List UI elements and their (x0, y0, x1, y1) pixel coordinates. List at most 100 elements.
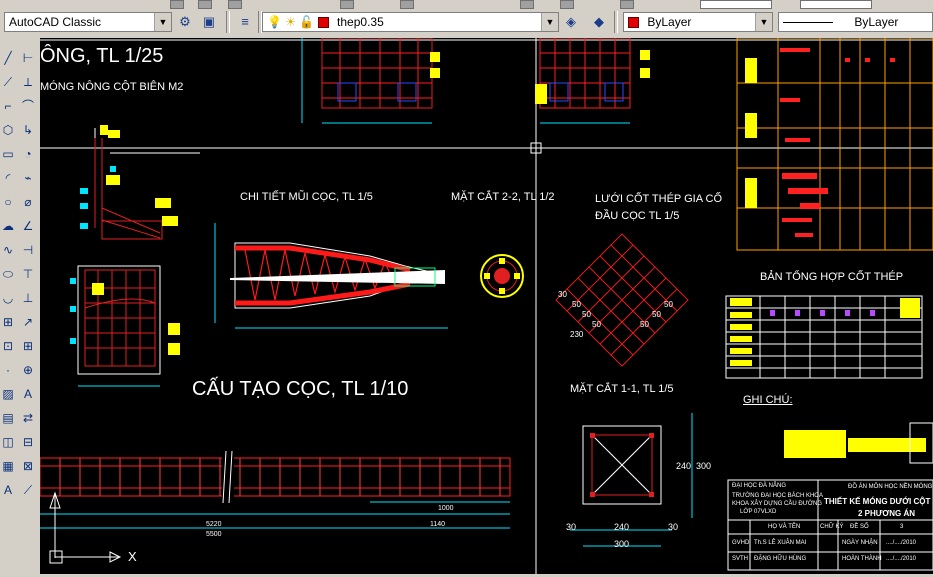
tool-icon[interactable] (198, 0, 212, 9)
dimension-text-edit-icon[interactable]: ⇄ (20, 410, 36, 426)
baseline-dimension-icon[interactable]: ⊤ (20, 266, 36, 282)
make-block-icon[interactable]: ⊡ (0, 338, 16, 354)
tb-student: ĐẶNG HỮU HÙNG (754, 556, 807, 562)
tb-svth: SVTH (732, 556, 749, 562)
tb-design-title: THIẾT KẾ MÓNG DƯỚI CỘT TH (824, 497, 933, 506)
tool-icon[interactable] (520, 0, 534, 9)
revcloud-icon[interactable]: ☁ (0, 218, 16, 234)
tb-teacher: Th.S LÊ XUÂN MAI (754, 540, 807, 546)
tool-icon[interactable] (340, 0, 354, 9)
tolerance-icon[interactable]: ⊞ (20, 338, 36, 354)
dimension-override-icon[interactable]: ⟋ (20, 482, 36, 498)
dimension-arc-icon[interactable]: ⌒ (20, 98, 36, 114)
dimension-ordinate-icon[interactable]: ↳ (20, 122, 36, 138)
toolbar-separator (226, 11, 230, 33)
make-current-layer-icon[interactable]: ◈ (562, 13, 580, 31)
tb-col-sign: CHỮ KÝ (820, 524, 844, 530)
toolbar: AutoCAD Classic ▼ ⚙ ▣ ≡ 💡 ☀ 🔓 thep0.35 ▼… (0, 0, 933, 39)
tool-icon[interactable] (620, 0, 634, 9)
workspace-settings-icon[interactable]: ⚙ (176, 13, 194, 31)
line-icon[interactable]: ╱ (0, 50, 16, 66)
dimension-style-icon[interactable]: ⊠ (20, 458, 36, 474)
layer-manager-icon[interactable]: ≡ (236, 13, 254, 31)
dimension-jogged-icon[interactable]: ⌁ (20, 170, 36, 186)
scale-combo[interactable] (700, 0, 772, 9)
chevron-down-icon[interactable]: ▼ (541, 13, 558, 31)
ellipse-arc-icon[interactable]: ◡ (0, 290, 16, 306)
spline-icon[interactable]: ∿ (0, 242, 16, 258)
chevron-down-icon[interactable]: ▼ (154, 13, 171, 31)
section-22-title: MẶT CẮT 2-2, TL 1/2 (451, 191, 555, 203)
rectangle-icon[interactable]: ▭ (0, 146, 16, 162)
dimension-update-icon[interactable]: ⊟ (20, 434, 36, 450)
tb-gvhd: GVHD (732, 540, 750, 546)
tb-col-no: ĐỀ SỐ (850, 524, 869, 530)
dim-240-vertical: 240 (676, 461, 692, 471)
dim-300-vertical: 300 (696, 461, 712, 471)
sun-icon: ☀ (285, 15, 297, 29)
point-icon[interactable]: · (0, 362, 16, 378)
color-swatch (628, 17, 639, 29)
rebar-summary-title: BẢN TỔNG HỢP CỐT THÉP (760, 271, 904, 283)
mesh-dim-8: 230 (570, 330, 584, 339)
continue-dimension-icon[interactable]: ⊥ (20, 290, 36, 306)
pile-structure-title: CẤU TẠO CỌC, TL 1/10 (192, 378, 409, 400)
mesh-title-line1: LƯỚI CỐT THÉP GIA CỐ (595, 193, 723, 205)
polygon-icon[interactable]: ⬡ (0, 122, 16, 138)
tool-icon[interactable] (400, 0, 414, 9)
mtext-icon[interactable]: A (0, 482, 16, 498)
tool-icon[interactable] (228, 0, 242, 9)
construction-line-icon[interactable]: ⟋ (0, 74, 16, 90)
quick-dimension-icon[interactable]: ⊣ (20, 242, 36, 258)
dim-300: 300 (614, 539, 630, 549)
dim-30-right: 30 (668, 522, 679, 532)
tb-received: NGÀY NHẬN (842, 540, 878, 546)
mesh-dim-6: 50 (652, 310, 661, 319)
polyline-icon[interactable]: ⌐ (0, 98, 16, 114)
tb-col-name: HỌ VÀ TÊN (768, 524, 801, 530)
workspace-select[interactable]: AutoCAD Classic ▼ (4, 12, 172, 32)
tb-school-4: LỚP 07VLXD (740, 509, 777, 515)
dimension-radius-icon[interactable]: ◔ (20, 146, 36, 162)
drawing-subtitle-foundation: MÓNG NÔNG CỘT BIÊN M2 (40, 81, 184, 93)
dimension-diameter-icon[interactable]: ⌀ (20, 194, 36, 210)
insert-block-icon[interactable]: ⊞ (0, 314, 16, 330)
unlock-icon: 🔓 (299, 15, 315, 29)
tb-date-received: ..../..../2010 (886, 540, 917, 546)
arc-icon[interactable]: ◜ (0, 170, 16, 186)
dimension-edit-icon[interactable]: A (20, 386, 36, 402)
layer-previous-icon[interactable]: ◆ (590, 13, 608, 31)
layer-select[interactable]: 💡 ☀ 🔓 thep0.35 ▼ (262, 12, 559, 32)
hatch-icon[interactable]: ▨ (0, 386, 16, 402)
view-combo[interactable] (800, 0, 872, 9)
mesh-dim-5: 50 (640, 320, 649, 329)
dimension-angular-icon[interactable]: ∠ (20, 218, 36, 234)
table-icon[interactable]: ▦ (0, 458, 16, 474)
tb-option: 2 PHƯƠNG ÁN (858, 509, 916, 518)
notes-title: GHI CHÚ: (743, 394, 793, 406)
tool-icon[interactable] (560, 0, 574, 9)
drawing-canvas[interactable]: ÔNG, TL 1/25 MÓNG NÔNG CỘT BIÊN M2 CHI T… (40, 38, 933, 574)
center-mark-icon[interactable]: ⊕ (20, 362, 36, 378)
tb-project: ĐỒ ÁN MÔN HỌC NỀN MÓNG (848, 484, 933, 490)
tool-icon[interactable] (170, 0, 184, 9)
mesh-dim-4: 50 (592, 320, 601, 329)
dimension-linear-icon[interactable]: ⊢ (20, 50, 36, 66)
dim-5220: 5220 (206, 521, 222, 528)
circle-icon[interactable]: ○ (0, 194, 16, 210)
color-select[interactable]: ByLayer ▼ (623, 12, 773, 32)
ellipse-icon[interactable]: ⬭ (0, 266, 16, 282)
dim-5500: 5500 (206, 531, 222, 538)
dim-240: 240 (614, 522, 630, 532)
layer-color-swatch (317, 17, 329, 29)
mesh-title-line2: ĐẦU CỌC TL 1/5 (595, 210, 680, 222)
chevron-down-icon[interactable]: ▼ (755, 13, 772, 31)
quick-leader-icon[interactable]: ↗ (20, 314, 36, 330)
toolbar-lock-icon[interactable]: ▣ (200, 13, 218, 31)
gradient-icon[interactable]: ▤ (0, 410, 16, 426)
region-icon[interactable]: ◫ (0, 434, 16, 450)
dimension-aligned-icon[interactable]: ⟂ (20, 74, 36, 90)
linetype-select[interactable]: ByLayer (778, 12, 933, 32)
tb-done: HOÀN THÀNH (842, 556, 882, 562)
pile-tip-detail-title: CHI TIẾT MŨI CỌC, TL 1/5 (240, 191, 373, 203)
